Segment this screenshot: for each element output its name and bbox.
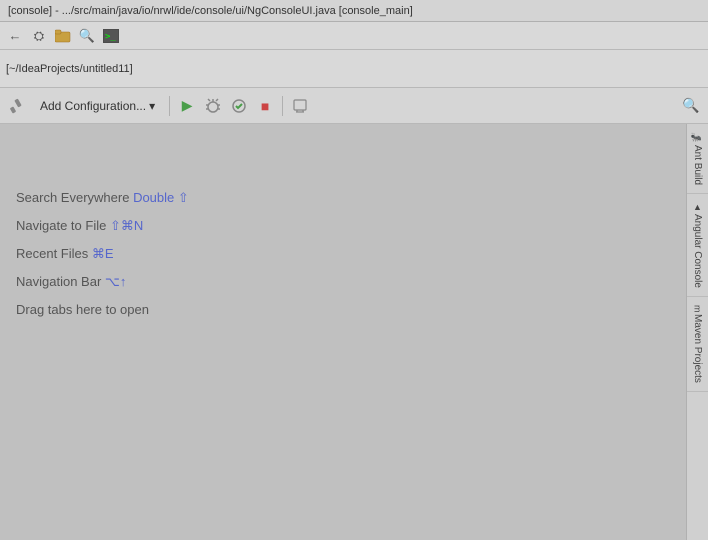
content-area: Search Everywhere Double ⇧ Navigate to F…	[0, 124, 686, 540]
sidebar-tab-maven-label: Maven Projects	[692, 314, 703, 383]
hints-overlay: Search Everywhere Double ⇧ Navigate to F…	[0, 174, 205, 334]
toolbar-search-icon[interactable]: 🔍	[76, 25, 98, 47]
hint-search-everywhere-shortcut: Double ⇧	[133, 190, 189, 205]
toolbar-arrow-icon[interactable]: ←	[4, 25, 26, 47]
hint-nav-bar-shortcut: ⌥↑	[105, 274, 126, 289]
add-config-arrow: ▾	[149, 99, 155, 113]
hint-recent-files-shortcut: ⌘E	[92, 246, 114, 261]
hint-navigate-file: Navigate to File ⇧⌘N	[16, 212, 189, 240]
run-button[interactable]: ▶	[176, 95, 198, 117]
coverage-button[interactable]	[228, 95, 250, 117]
breadcrumb: [~/IdeaProjects/untitled11]	[6, 63, 702, 75]
title-bar: [console] - .../src/main/java/io/nrwl/id…	[0, 0, 708, 22]
title-text: [console] - .../src/main/java/io/nrwl/id…	[8, 5, 413, 17]
separator-1	[169, 96, 170, 116]
sidebar-tab-angular-console-label: Angular Console	[692, 214, 703, 288]
toolbar-terminal-icon[interactable]: >_	[100, 25, 122, 47]
separator-2	[282, 96, 283, 116]
sidebar-tab-ant-build-label: Ant Build	[692, 145, 703, 185]
main-area: Search Everywhere Double ⇧ Navigate to F…	[0, 124, 708, 540]
hint-search-everywhere: Search Everywhere Double ⇧	[16, 184, 189, 212]
toolbar-settings-icon[interactable]: ⛭	[28, 25, 50, 47]
hint-recent-files: Recent Files ⌘E	[16, 240, 189, 268]
hint-drag-tabs: Drag tabs here to open	[16, 296, 189, 324]
svg-text:>_: >_	[105, 32, 116, 42]
right-sidebar: 🐜 Ant Build ▲ Angular Console m Maven Pr…	[686, 124, 708, 540]
toolbar-1: ← ⛭ 🔍 >_	[0, 22, 708, 50]
add-config-label: Add Configuration...	[40, 99, 146, 113]
sidebar-tab-maven-projects[interactable]: m Maven Projects	[687, 297, 708, 392]
hint-navigate-file-shortcut: ⇧⌘N	[110, 218, 143, 233]
toolbar-2: [~/IdeaProjects/untitled11]	[0, 50, 708, 88]
sidebar-tab-ant-build[interactable]: 🐜 Ant Build	[687, 124, 708, 194]
maven-icon: m	[693, 305, 703, 313]
add-configuration-button[interactable]: Add Configuration... ▾	[32, 96, 163, 116]
search-button[interactable]: 🔍	[680, 95, 702, 117]
stop-button[interactable]: ■	[254, 95, 276, 117]
hint-nav-bar: Navigation Bar ⌥↑	[16, 268, 189, 296]
run-toolbar: Add Configuration... ▾ ▶ ■	[0, 88, 708, 124]
ant-build-icon: 🐜	[693, 132, 703, 143]
angular-console-icon: ▲	[693, 202, 703, 212]
toolbar-folder-icon[interactable]	[52, 25, 74, 47]
pin-window-button[interactable]	[289, 95, 311, 117]
sidebar-tab-angular-console[interactable]: ▲ Angular Console	[687, 194, 708, 297]
debug-button[interactable]	[202, 95, 224, 117]
build-icon[interactable]	[6, 95, 28, 117]
